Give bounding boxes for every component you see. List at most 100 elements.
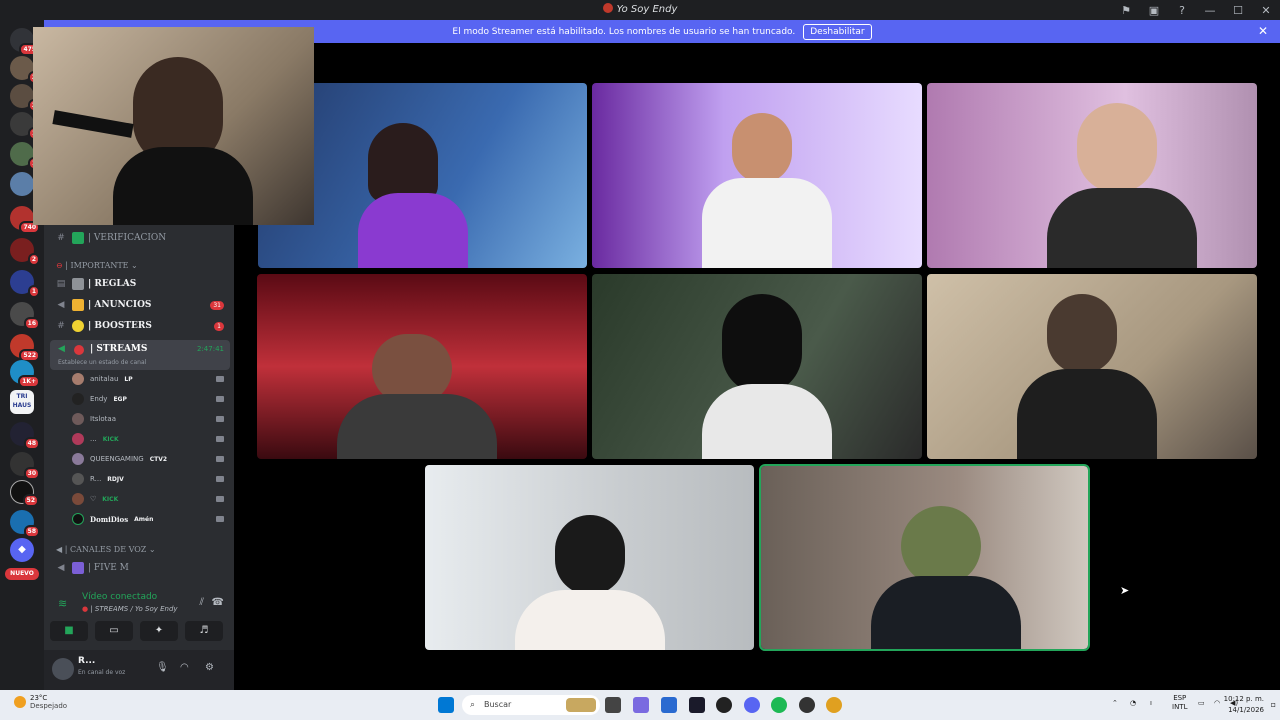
server-icon[interactable]: 2 — [10, 238, 40, 266]
member-tag: EGP — [113, 395, 127, 403]
disconnect-icon[interactable]: ☎ — [212, 597, 224, 608]
copilot-icon[interactable] — [633, 697, 649, 713]
store-icon[interactable] — [661, 697, 677, 713]
video-tile[interactable] — [592, 274, 922, 459]
language-indicator[interactable]: ESP INTL — [1172, 694, 1187, 712]
video-person — [722, 294, 802, 394]
server-icon[interactable]: 522 — [10, 334, 40, 362]
channel-streams[interactable]: ◀ | STREAMS Establece un estado de canal… — [50, 340, 230, 370]
home-server-icon[interactable]: 475 — [10, 28, 40, 56]
signal-icon[interactable]: ≋ — [58, 597, 67, 610]
channel-status[interactable]: Establece un estado de canal — [58, 359, 146, 366]
voice-member[interactable]: Itslotaa — [72, 410, 232, 428]
soundboard-button[interactable]: ♬ — [185, 621, 223, 641]
search-box[interactable]: ⌕ Buscar — [462, 695, 600, 715]
obs-icon[interactable] — [799, 697, 815, 713]
video-tile-speaking[interactable] — [759, 464, 1090, 651]
user-name[interactable]: R... — [78, 656, 95, 666]
discover-icon[interactable]: ◆ — [10, 538, 34, 562]
avatar[interactable] — [52, 658, 74, 680]
chrome-icon[interactable] — [826, 697, 842, 713]
voice-member[interactable]: QUEENGAMING CTV2 — [72, 450, 232, 468]
video-tile[interactable] — [425, 465, 754, 650]
voice-panel: ≋ Vídeo conectado ● | STREAMS / Yo Soy E… — [50, 585, 230, 645]
task-view-icon[interactable] — [605, 697, 621, 713]
hash-icon: # — [57, 233, 65, 243]
server-icon[interactable]: 1 — [10, 142, 40, 170]
notification-icon[interactable]: ▫ — [1271, 700, 1276, 709]
badge: 1K+ — [18, 375, 40, 388]
speaker-icon: ◀ — [56, 545, 65, 554]
gear-icon[interactable]: ⚙ — [205, 662, 214, 673]
chevron-up-icon[interactable]: ⌃ — [1112, 699, 1118, 707]
server-icon[interactable]: 1 — [10, 270, 40, 298]
disable-streamer-button[interactable]: Deshabilitar — [803, 23, 872, 40]
channel-anuncios[interactable]: ◀ | ANUNCIOS 31 — [44, 295, 234, 315]
app-icon[interactable] — [716, 697, 732, 713]
screen-icon[interactable]: ▣ — [1140, 4, 1168, 17]
badge: 30 — [23, 467, 40, 480]
help-icon[interactable]: ? — [1168, 4, 1196, 17]
voice-channel-info[interactable]: ● | STREAMS / Yo Soy Endy — [82, 605, 178, 613]
noise-suppression-icon[interactable]: ⫽ — [200, 597, 204, 608]
minimize-button[interactable]: — — [1196, 4, 1224, 17]
channel-verificacion[interactable]: # | VERIFICACION — [44, 228, 234, 248]
wifi-icon[interactable]: ◠ — [1214, 699, 1220, 707]
member-name: ... — [90, 435, 97, 443]
channel-boosters[interactable]: # | BOOSTERS 1 — [44, 316, 234, 336]
microphone-icon[interactable]: 🎙︎ — [156, 662, 169, 673]
voice-member[interactable]: R... RDJV — [72, 470, 232, 488]
inbox-icon[interactable]: ⚑ — [1112, 4, 1140, 17]
server-icon[interactable]: 16 — [10, 302, 40, 330]
voice-member[interactable]: ... KICK — [72, 430, 232, 448]
headphones-icon[interactable]: ◠ — [180, 662, 189, 673]
server-icon[interactable]: 58 — [10, 510, 40, 538]
no-entry-emoji-icon — [74, 345, 84, 355]
tri-haus-server-icon[interactable]: TRI HAUS — [10, 390, 34, 414]
activities-button[interactable]: ✦ — [140, 621, 178, 641]
server-icon[interactable]: 52 — [10, 480, 39, 507]
server-icon[interactable]: 740 — [10, 206, 40, 234]
close-icon[interactable]: ✕ — [1258, 24, 1268, 38]
voice-member[interactable]: ♡ KICK — [72, 490, 232, 508]
clock[interactable]: 10:12 p. m. 14/1/2026 — [1224, 694, 1264, 716]
badge: 58 — [23, 525, 40, 538]
avatar — [72, 473, 84, 485]
camera-icon — [216, 396, 224, 402]
video-tile[interactable] — [927, 83, 1257, 268]
avatar — [72, 433, 84, 445]
discord-icon[interactable] — [744, 697, 760, 713]
video-tile[interactable] — [257, 274, 587, 459]
server-icon[interactable]: 2 — [10, 84, 40, 112]
server-icon[interactable]: 30 — [10, 452, 40, 480]
start-icon[interactable] — [438, 697, 454, 713]
category-canales-de-voz[interactable]: ◀ | CANALES DE VOZ ⌄ — [56, 545, 156, 554]
network-tray-icon[interactable]: ◔ — [1130, 699, 1136, 707]
category-importante[interactable]: ⊖ | IMPORTANTE ⌄ — [56, 261, 138, 270]
maximize-button[interactable]: ☐ — [1224, 4, 1252, 17]
server-icon[interactable] — [10, 172, 34, 196]
voice-member[interactable]: anitalau LP — [72, 370, 232, 388]
weather-widget[interactable]: 23°C Despejado — [14, 694, 67, 710]
camera-button[interactable]: ■ — [50, 621, 88, 641]
voice-member[interactable]: Endy EGP — [72, 390, 232, 408]
server-icon[interactable]: 1 — [10, 112, 40, 140]
microphone-tray-icon[interactable]: ı — [1150, 699, 1152, 707]
display-tray-icon[interactable]: ▭ — [1198, 699, 1205, 707]
voice-member[interactable]: DomiDios Amén — [72, 510, 232, 528]
screen-share-button[interactable]: ▭ — [95, 621, 133, 641]
video-tile[interactable] — [592, 83, 922, 268]
title-bar: Yo Soy Endy ⚑ ▣ ? — ☐ ✕ — [0, 0, 1280, 20]
voice-connected-label[interactable]: Vídeo conectado — [82, 592, 157, 602]
terminal-icon[interactable] — [689, 697, 705, 713]
spotify-icon[interactable] — [771, 697, 787, 713]
taskbar: 23°C Despejado ⌕ Buscar ⌃ ◔ ı ESP INTL ▭ … — [0, 690, 1280, 720]
close-window-button[interactable]: ✕ — [1252, 4, 1280, 17]
channel-reglas[interactable]: ▤ | REGLAS — [44, 274, 234, 294]
channel-five-m[interactable]: ◀ | FIVE M — [44, 558, 234, 578]
server-icon[interactable]: 2 — [10, 56, 40, 84]
video-tile[interactable] — [927, 274, 1257, 459]
server-icon[interactable]: 48 — [10, 422, 40, 450]
server-icon[interactable]: 1K+ — [10, 360, 40, 388]
search-label: Buscar — [484, 700, 512, 709]
